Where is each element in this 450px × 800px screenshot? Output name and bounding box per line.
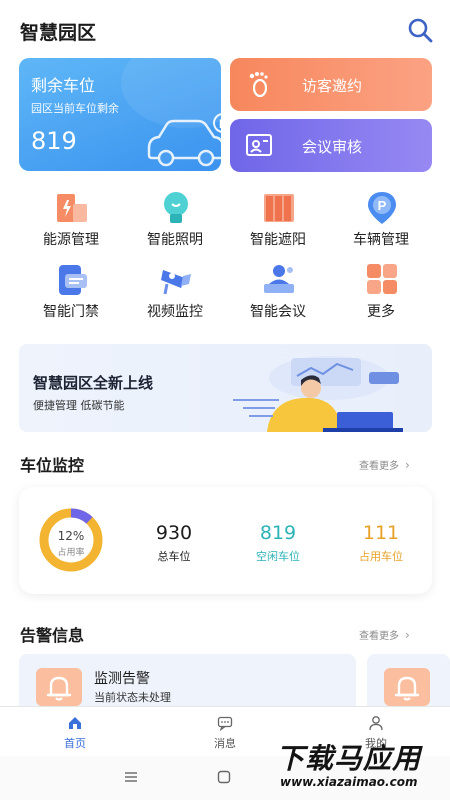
- stat-occupied-label: 占用车位: [359, 550, 403, 563]
- search-icon: [408, 18, 433, 43]
- tab-home-label: 首页: [64, 737, 86, 750]
- menu-icon[interactable]: [124, 771, 138, 783]
- svg-text:P: P: [378, 198, 387, 213]
- parking-card-subtitle: 园区当前车位剩余: [31, 102, 119, 115]
- more-link-label: 查看更多: [359, 461, 399, 472]
- home-square-icon[interactable]: [217, 770, 231, 784]
- more-grid-icon: [367, 264, 397, 294]
- footprint-icon: [249, 72, 268, 98]
- user-icon: [369, 716, 383, 731]
- banner-illustration: [233, 356, 403, 432]
- tab-home[interactable]: 首页: [35, 715, 115, 751]
- banner-title: 智慧园区全新上线: [33, 374, 154, 392]
- grid-label: 智能遮阳: [250, 232, 306, 248]
- banner-subtitle: 便捷管理 低碳节能: [33, 399, 125, 412]
- bell-icon: [394, 676, 420, 701]
- stat-occupied: 111 占用车位: [336, 522, 426, 564]
- tab-messages[interactable]: 消息: [185, 715, 265, 751]
- grid-label: 智能会议: [250, 304, 306, 320]
- grid-item-camera[interactable]: 视频监控: [130, 262, 220, 324]
- grid-label: 车辆管理: [353, 232, 409, 248]
- conference-icon: [264, 265, 294, 293]
- grid-item-vehicle[interactable]: P 车辆管理: [336, 190, 426, 252]
- alerts-more-link[interactable]: 查看更多 ›: [359, 627, 410, 642]
- grid-item-energy[interactable]: 能源管理: [26, 190, 116, 252]
- grid-item-sunshade[interactable]: 智能遮阳: [233, 190, 323, 252]
- lightbulb-icon: [164, 192, 188, 223]
- stat-free-value: 819: [259, 522, 297, 544]
- alert-title: 监测告警: [94, 671, 150, 687]
- grid-label: 智能门禁: [43, 304, 99, 320]
- parking-monitor-title: 车位监控: [20, 456, 85, 475]
- tab-messages-label: 消息: [214, 737, 236, 750]
- meeting-review-label: 会议审核: [302, 138, 363, 156]
- home-icon: [69, 717, 81, 729]
- alerts-title: 告警信息: [20, 626, 85, 645]
- parking-card-value: 819: [31, 127, 77, 155]
- visitor-invite-button[interactable]: 访客邀约: [230, 58, 432, 111]
- chevron-right-icon: ›: [405, 628, 410, 642]
- stat-occupied-value: 111: [362, 522, 400, 544]
- grid-label: 智能照明: [147, 232, 203, 248]
- watermark: 下载马应用 www.xiazaimao.com: [276, 737, 446, 797]
- more-link-label: 查看更多: [359, 631, 399, 642]
- alert-icon-box: [384, 668, 430, 706]
- grid-label: 能源管理: [43, 232, 99, 248]
- parking-card-title: 剩余车位: [31, 76, 96, 95]
- stat-free: 819 空闲车位: [233, 522, 323, 564]
- parking-monitor-more-link[interactable]: 查看更多 ›: [359, 457, 410, 472]
- grid-label: 视频监控: [147, 304, 203, 320]
- meeting-review-button[interactable]: 会议审核: [230, 119, 432, 172]
- app-header: 智慧园区: [0, 0, 450, 58]
- svg-text:P: P: [219, 117, 221, 131]
- grid-item-more[interactable]: 更多: [336, 262, 426, 324]
- grid-item-access[interactable]: 智能门禁: [26, 262, 116, 324]
- alert-item-next[interactable]: [367, 654, 450, 706]
- grid-item-lighting[interactable]: 智能照明: [130, 190, 220, 252]
- occupancy-label: 占用率: [57, 548, 85, 558]
- grid-item-conference[interactable]: 智能会议: [233, 262, 323, 324]
- watermark-text: 下载马应用: [276, 742, 422, 775]
- alert-item[interactable]: 监测告警 当前状态未处理: [19, 654, 356, 706]
- meeting-review-icon: [246, 134, 272, 156]
- promo-banner[interactable]: 智慧园区全新上线 便捷管理 低碳节能: [19, 344, 432, 432]
- stat-total-value: 930: [155, 522, 193, 544]
- car-icon: P: [147, 113, 221, 167]
- watermark-url: www.xiazaimao.com: [280, 775, 418, 789]
- alert-subtitle: 当前状态未处理: [94, 691, 171, 704]
- search-button[interactable]: [404, 14, 436, 46]
- stat-total-label: 总车位: [157, 550, 191, 563]
- alert-icon-box: [36, 668, 82, 706]
- parking-icon: P: [368, 192, 396, 224]
- camera-icon: [161, 270, 191, 295]
- chevron-right-icon: ›: [405, 458, 410, 472]
- occupancy-percent: 12%: [57, 529, 85, 543]
- stat-total: 930 总车位: [129, 522, 219, 564]
- energy-icon: [57, 194, 87, 222]
- visitor-invite-label: 访客邀约: [302, 77, 363, 95]
- grid-label: 更多: [367, 304, 395, 320]
- sunshade-icon: [264, 194, 294, 222]
- parking-monitor-card: 12% 占用率 930 总车位 819 空闲车位 111 占用车位: [19, 487, 432, 594]
- stat-free-label: 空闲车位: [256, 550, 300, 563]
- message-icon: [217, 716, 233, 731]
- access-card-icon: [59, 265, 87, 295]
- remaining-parking-card[interactable]: 剩余车位 园区当前车位剩余 819 P: [19, 58, 221, 171]
- bell-icon: [46, 676, 72, 701]
- app-title: 智慧园区: [20, 22, 97, 44]
